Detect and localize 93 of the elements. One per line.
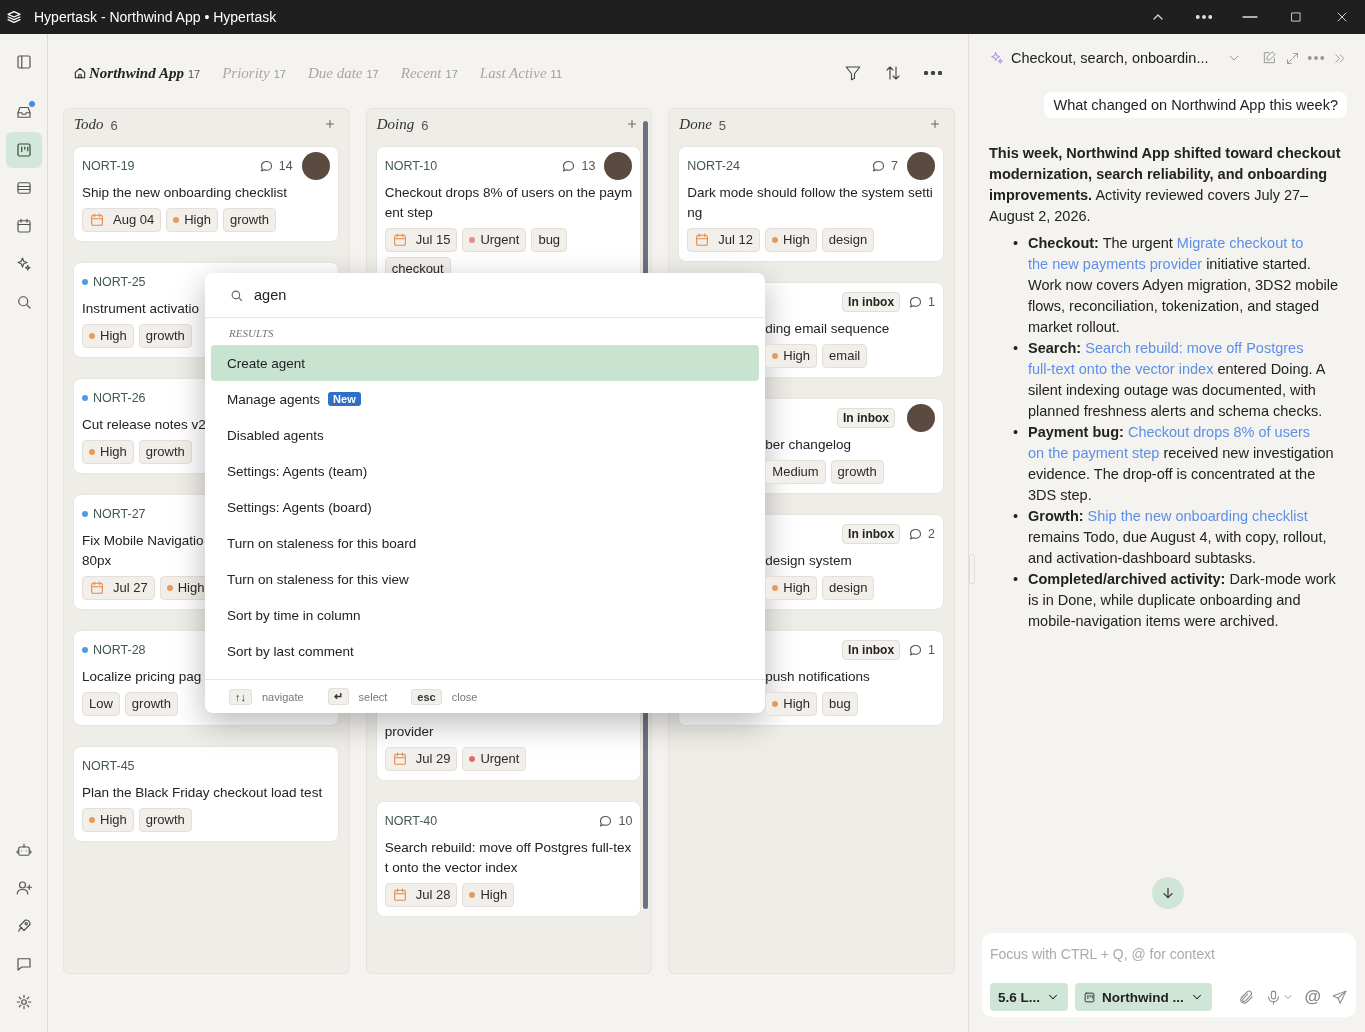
- key-hint: ↵: [327, 688, 349, 705]
- label-tag: growth: [222, 208, 276, 232]
- task-id: NORT-26: [93, 391, 146, 405]
- due-date: Jul 12: [718, 231, 754, 249]
- column-count: 6: [421, 118, 429, 133]
- inbox-badge: In inbox: [842, 640, 901, 660]
- task-title: Fix Mobile Navigatio 80px: [82, 532, 204, 570]
- task-title: Cut release notes v2: [82, 416, 206, 434]
- task-id: NORT-25: [93, 275, 146, 289]
- task-title: Dark mode should follow the system setting: [687, 184, 934, 222]
- answer-bullet: Checkout: The urgent Migrate checkout to the new payments provider initiative started. Work now covers Adyen migration, 3DS2 mobile flows, reconciliation, tokenization, and staged market rollout.: [1028, 234, 1339, 337]
- task-title: Search rebuild: move off Postgres full-text onto the vector index: [384, 839, 633, 877]
- user-message: What changed on Northwind App this week?: [1044, 92, 1347, 118]
- priority-label: High: [100, 327, 127, 345]
- label-tag: bug: [822, 692, 858, 716]
- label-tag: growth: [124, 692, 178, 716]
- task-id: NORT-24: [687, 159, 740, 173]
- task-id: NORT-45: [82, 759, 135, 773]
- task-id: NORT-27: [93, 507, 146, 521]
- key-hint: esc: [411, 688, 442, 705]
- label-tag: design: [822, 576, 875, 600]
- priority-label: Low: [89, 695, 113, 713]
- priority-label: High: [783, 231, 810, 249]
- task-id: NORT-28: [93, 643, 146, 657]
- comment-count: 1: [928, 643, 935, 657]
- key-hint: ↑↓: [229, 688, 252, 705]
- comment-count: 13: [581, 159, 596, 173]
- task-title: push notifications: [765, 668, 870, 686]
- column-title: Todo: [74, 115, 104, 133]
- task-title: ding email sequence: [765, 320, 890, 338]
- comment-count: 7: [891, 159, 898, 173]
- task-title: design system: [765, 552, 852, 570]
- bullet-marker: •: [1013, 234, 1020, 253]
- due-date: Jul 29: [415, 750, 451, 768]
- label-tag: growth: [138, 440, 192, 464]
- priority-label: Urgent: [480, 231, 520, 249]
- column-title: Doing: [376, 115, 415, 133]
- label-tag: email: [822, 344, 868, 368]
- answer-bullet: Payment bug: Checkout drops 8% of users on the payment step received new investigation evidence. The drop-off is concentrated at the 3DS step.: [1028, 423, 1335, 505]
- label-tag: bug: [531, 228, 568, 252]
- bullet-marker: •: [1013, 339, 1020, 358]
- answer-bullet: Completed/archived activity: Dark-mode work is in Done, while duplicate onboarding and mobile-navigation items were archived.: [1028, 570, 1337, 631]
- column-count: 5: [718, 118, 727, 133]
- bullet-marker: •: [1013, 423, 1020, 442]
- priority-label: Urgent: [480, 750, 520, 768]
- hint-label: close: [451, 690, 478, 703]
- due-date: Jul 15: [415, 231, 451, 249]
- priority-label: High: [783, 579, 811, 597]
- priority-label: High: [177, 579, 205, 597]
- task-title: Instrument activatio: [82, 300, 200, 318]
- inbox-badge: In inbox: [842, 524, 901, 544]
- task-id: NORT-40: [384, 814, 438, 828]
- comment-count: 2: [928, 527, 935, 541]
- answer-bullet: Growth: Ship the new onboarding checklist remains Todo, due August 4, with copy, rollout, and activation-dashboard subtasks.: [1028, 507, 1328, 568]
- column-title: Done: [679, 115, 712, 133]
- window-title: Hypertask - Northwind App • Hypertask: [34, 9, 278, 25]
- answer-bullet: Search: Search rebuild: move off Postgres full-text onto the vector index entered Doing. A silent indexing outage was documented, with planned freshness alerts and schema checks.: [1028, 339, 1327, 421]
- column-count: 6: [110, 118, 118, 133]
- priority-label: High: [783, 695, 811, 713]
- task-title: Checkout drops 8% of users on the payment step: [384, 184, 633, 222]
- label-tag: growth: [138, 808, 192, 832]
- inbox-badge: In inbox: [842, 292, 901, 312]
- hint-label: select: [358, 690, 388, 703]
- bullet-marker: •: [1013, 570, 1020, 589]
- due-date: Jul 28: [415, 886, 451, 904]
- task-id: NORT-19: [82, 159, 135, 173]
- new-badge: New: [328, 392, 361, 406]
- priority-label: High: [480, 886, 508, 904]
- hint-label: navigate: [262, 690, 304, 703]
- priority-label: High: [100, 443, 127, 461]
- comment-count: 10: [618, 814, 633, 828]
- priority-label: Medium: [772, 463, 819, 481]
- comment-count: 14: [278, 159, 293, 173]
- task-title: provider: [384, 723, 434, 741]
- comment-count: 1: [928, 295, 935, 309]
- section-heading: RESULTS: [228, 326, 275, 341]
- answer-summary: This week, Northwind App shifted toward checkout modernization, search reliability, and onboarding improvements. Activity reviewed covers July 27–August 2, 2026.: [989, 144, 1342, 226]
- priority-label: High: [184, 211, 211, 229]
- task-title: ber changelog: [765, 436, 851, 454]
- priority-label: High: [783, 347, 811, 365]
- task-title: Ship the new onboarding checklist: [82, 184, 287, 202]
- task-id: NORT-10: [384, 159, 438, 173]
- bullet-marker: •: [1013, 507, 1020, 526]
- label-tag: design: [821, 228, 875, 252]
- due-date: Aug 04: [113, 211, 155, 229]
- chat-title: Checkout, search, onboardin...: [1011, 50, 1209, 66]
- task-title: Localize pricing pag: [82, 668, 202, 686]
- task-title: Plan the Black Friday checkout load test: [82, 784, 323, 802]
- label-tag: growth: [830, 460, 884, 484]
- inbox-badge: In inbox: [837, 408, 895, 428]
- label-tag: growth: [138, 324, 192, 348]
- due-date: Jul 27: [113, 579, 148, 597]
- priority-label: High: [100, 811, 127, 829]
